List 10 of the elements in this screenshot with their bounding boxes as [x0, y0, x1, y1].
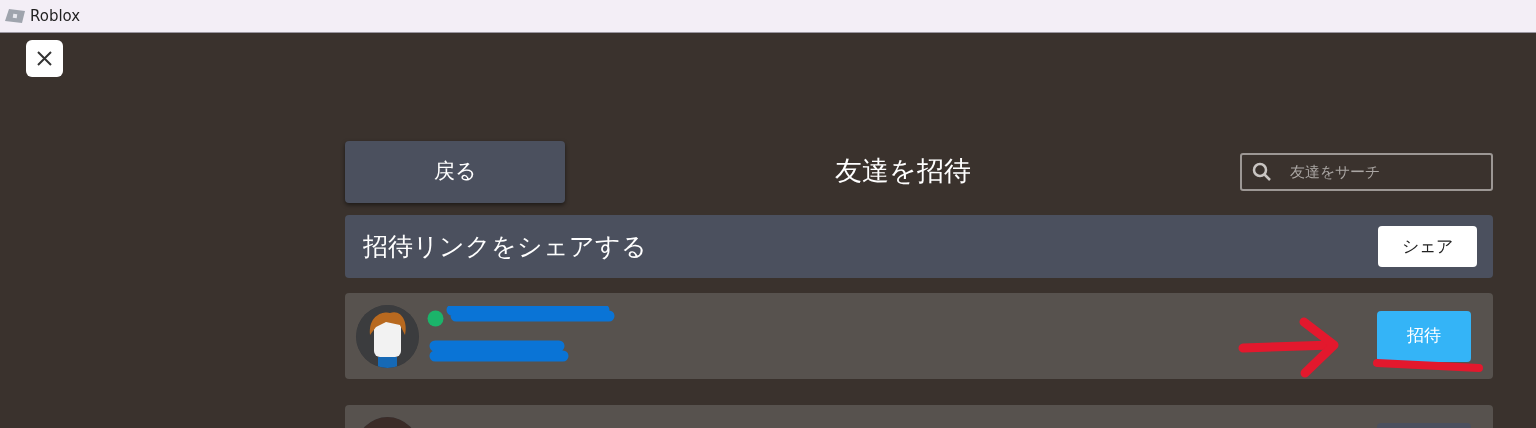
search-icon	[1252, 161, 1272, 182]
close-icon	[37, 51, 52, 66]
page-title: 友達を招待	[833, 154, 972, 189]
window-title: Roblox	[30, 5, 81, 27]
share-button[interactable]: シェア	[1378, 226, 1477, 267]
app-logo-icon	[4, 8, 26, 24]
back-button[interactable]: 戻る	[345, 140, 565, 203]
search-field[interactable]: 友達をサーチ	[1240, 152, 1493, 191]
share-link-label: 招待リンクをシェアする	[363, 230, 648, 263]
close-button[interactable]	[26, 40, 63, 77]
